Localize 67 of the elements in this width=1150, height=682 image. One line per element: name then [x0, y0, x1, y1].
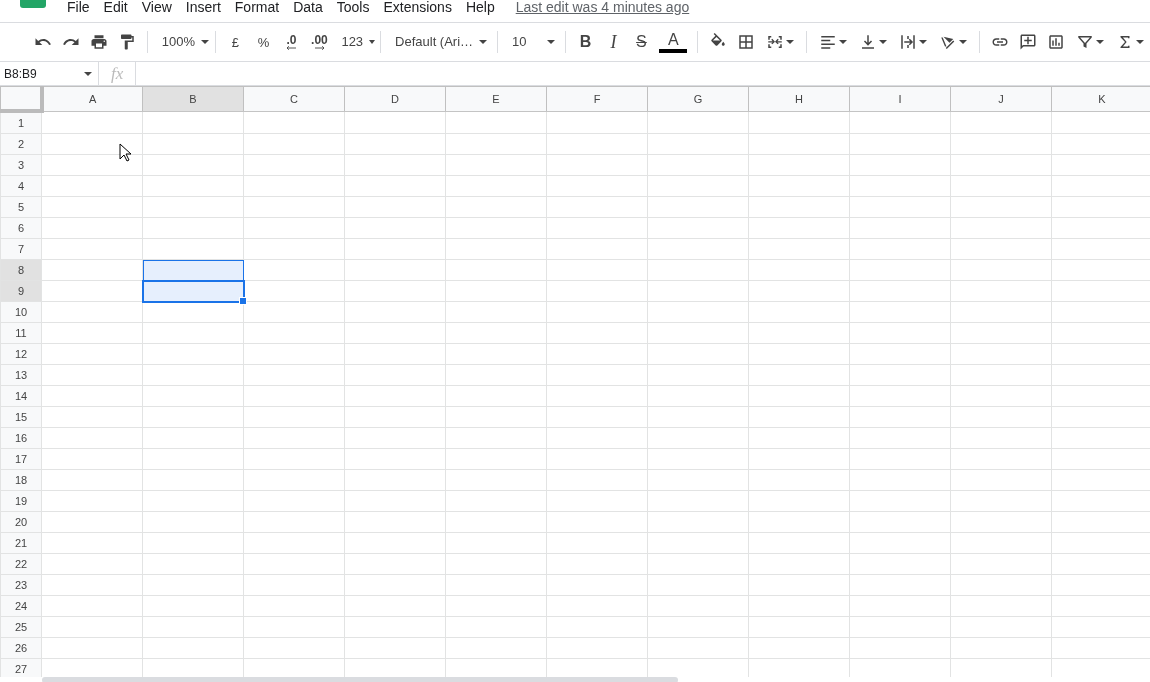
active-cell[interactable]	[142, 280, 244, 302]
name-box[interactable]: B8:B9	[0, 61, 99, 86]
row-header[interactable]: 21	[0, 532, 42, 554]
row-header[interactable]: 4	[0, 175, 42, 197]
decrease-decimals-button[interactable]: .0	[277, 29, 306, 55]
row-header[interactable]: 26	[0, 637, 42, 659]
row-header[interactable]: 22	[0, 553, 42, 575]
row-header[interactable]: 7	[0, 238, 42, 260]
column-header[interactable]: G	[647, 86, 749, 111]
row-header[interactable]: 5	[0, 196, 42, 218]
font-size-dropdown[interactable]: 10	[503, 29, 559, 55]
menu-item[interactable]: Edit	[102, 0, 129, 14]
percent-button[interactable]: %	[249, 29, 278, 55]
row-header[interactable]: 23	[0, 574, 42, 596]
row-header[interactable]: 17	[0, 448, 42, 470]
column-header[interactable]: B	[142, 86, 244, 111]
menu-item[interactable]: File	[66, 0, 91, 14]
font-dropdown[interactable]: Default (Ari…	[387, 29, 492, 55]
menu-item[interactable]: Format	[233, 0, 281, 14]
row-header[interactable]: 9	[0, 280, 42, 302]
row-header[interactable]: 14	[0, 385, 42, 407]
row-header[interactable]: 12	[0, 343, 42, 365]
menu-item[interactable]: Extensions	[382, 0, 453, 14]
column-header[interactable]: K	[1051, 86, 1150, 111]
column-header[interactable]: A	[41, 86, 143, 111]
row-header[interactable]: 19	[0, 490, 42, 512]
row-header[interactable]: 2	[0, 133, 42, 155]
row-header[interactable]: 6	[0, 217, 42, 239]
italic-button[interactable]: I	[599, 29, 628, 55]
row-header[interactable]: 24	[0, 595, 42, 617]
row-header[interactable]: 13	[0, 364, 42, 386]
menu-item[interactable]: Insert	[184, 0, 222, 14]
fill-handle[interactable]	[238, 296, 247, 305]
row-header[interactable]: 15	[0, 406, 42, 428]
row-header[interactable]: 1	[0, 111, 42, 134]
row-header[interactable]: 20	[0, 511, 42, 533]
column-header[interactable]: I	[849, 86, 951, 111]
column-header[interactable]: F	[546, 86, 648, 111]
menu-item[interactable]: Data	[292, 0, 324, 14]
row-header[interactable]: 25	[0, 616, 42, 638]
row-header[interactable]: 18	[0, 469, 42, 491]
pointer-cursor-icon	[119, 143, 131, 162]
text-color-button[interactable]: A	[659, 31, 688, 53]
column-header[interactable]: E	[445, 86, 547, 111]
menu-item[interactable]: Tools	[335, 0, 371, 14]
zoom-dropdown[interactable]: 100%	[153, 29, 209, 55]
formula-label: fx	[111, 63, 124, 84]
right-arrow-icon	[314, 46, 324, 50]
column-header[interactable]: J	[950, 86, 1052, 111]
last-edit-link[interactable]: Last edit was 4 minutes ago	[515, 0, 690, 14]
increase-decimals-button[interactable]: .00	[305, 29, 334, 55]
menu-item[interactable]: Help	[464, 0, 496, 14]
row-header[interactable]: 3	[0, 154, 42, 176]
row-header[interactable]: 11	[0, 322, 42, 344]
row-header[interactable]: 16	[0, 427, 42, 449]
row-header[interactable]: 10	[0, 301, 42, 323]
bold-button[interactable]: B	[571, 29, 600, 55]
menu-item[interactable]: View	[140, 0, 173, 14]
left-arrow-icon	[286, 46, 296, 50]
currency-button[interactable]: £	[221, 29, 250, 55]
horizontal-scrollbar[interactable]	[42, 677, 678, 682]
strikethrough-button[interactable]: S	[627, 29, 656, 55]
column-header[interactable]: C	[243, 86, 345, 111]
column-header[interactable]: H	[748, 86, 850, 111]
more-formats-dropdown[interactable]: 123	[333, 29, 375, 55]
column-header[interactable]: D	[344, 86, 446, 111]
row-header[interactable]: 8	[0, 259, 42, 281]
